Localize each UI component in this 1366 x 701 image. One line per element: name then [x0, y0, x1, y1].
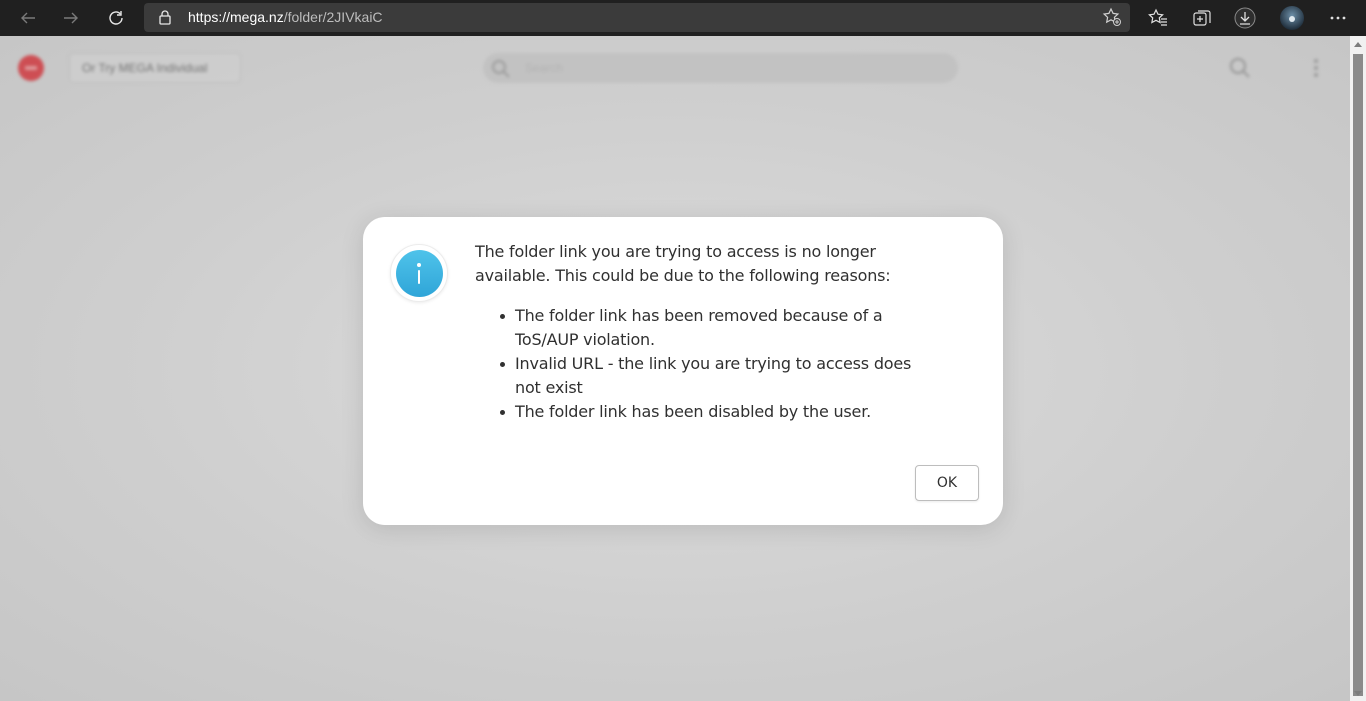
url-host: https://mega.nz — [188, 9, 284, 25]
page-scrollbar[interactable] — [1350, 36, 1366, 701]
list-item: The folder link has been removed because… — [500, 304, 935, 352]
add-favorite-icon[interactable] — [1102, 7, 1122, 32]
search-placeholder: Search — [525, 61, 564, 75]
header-search-icon[interactable] — [1228, 56, 1252, 85]
info-icon — [390, 244, 448, 302]
try-mega-individual-button[interactable]: Or Try MEGA Individual — [69, 53, 241, 83]
collections-icon[interactable] — [1188, 4, 1216, 32]
ok-button[interactable]: OK — [915, 465, 979, 501]
lock-icon[interactable] — [158, 9, 172, 30]
favorites-icon[interactable] — [1144, 4, 1172, 32]
scroll-up-icon[interactable] — [1354, 42, 1362, 47]
mega-logo-icon[interactable] — [18, 55, 44, 81]
header-menu-icon[interactable] — [1310, 56, 1322, 85]
info-icon-dot-top — [417, 263, 421, 267]
dialog-message: The folder link you are trying to access… — [475, 242, 891, 285]
back-icon[interactable] — [14, 4, 42, 32]
list-item: The folder link has been disabled by the… — [500, 400, 935, 424]
downloads-icon[interactable] — [1231, 4, 1259, 32]
url-path: /folder/2JIVkaiC — [283, 9, 383, 25]
forward-icon[interactable] — [57, 4, 85, 32]
search-input[interactable]: Search — [483, 53, 958, 83]
address-bar[interactable]: https://mega.nz/folder/2JIVkaiC — [144, 3, 1130, 32]
more-icon[interactable] — [1324, 4, 1352, 32]
search-icon — [491, 59, 511, 84]
profile-avatar[interactable] — [1278, 4, 1306, 32]
browser-toolbar: https://mega.nz/folder/2JIVkaiC — [0, 0, 1366, 36]
url-text[interactable]: https://mega.nz/folder/2JIVkaiC — [188, 9, 383, 25]
page-header: Or Try MEGA Individual Search — [0, 36, 1350, 100]
info-icon-stem — [418, 270, 420, 284]
folder-unavailable-dialog: The folder link you are trying to access… — [363, 217, 1003, 525]
reasons-list: The folder link has been removed because… — [500, 304, 935, 424]
info-icon-dot — [396, 250, 443, 297]
refresh-icon[interactable] — [102, 4, 130, 32]
scroll-down-icon[interactable] — [1354, 691, 1362, 696]
scrollbar-thumb[interactable] — [1353, 54, 1363, 696]
list-item: Invalid URL - the link you are trying to… — [500, 352, 935, 400]
